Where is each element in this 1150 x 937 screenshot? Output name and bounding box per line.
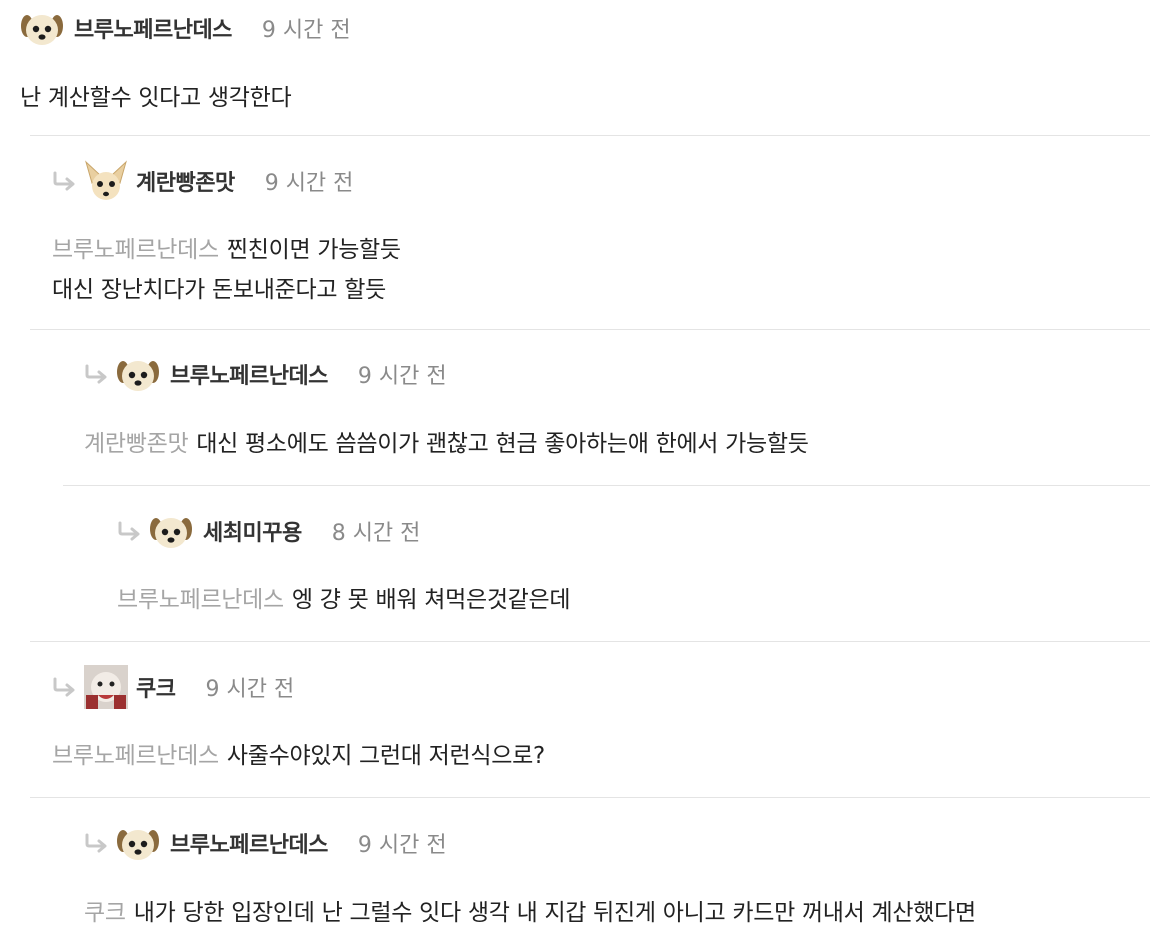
- comment-text: 난 계산할수 잇다고 생각한다: [20, 85, 292, 111]
- comment-text: 대신 평소에도 씀씀이가 괜찮고 현금 좋아하는애 한에서 가능할듯: [196, 431, 809, 457]
- puppy-avatar-icon[interactable]: [20, 6, 64, 50]
- comment-header: 세최미꾸용 8 시간 전: [117, 509, 420, 553]
- puppy-avatar-icon[interactable]: [116, 821, 160, 865]
- comment-text: 사줄수야있지 그런대 저런식으로?: [226, 743, 545, 769]
- mention-link[interactable]: 브루노페르난데스: [52, 743, 219, 769]
- comment-header: 브루노페르난데스 9 시간 전: [84, 821, 447, 865]
- reply-arrow-icon: [84, 833, 110, 853]
- comment-text: 엥 걍 못 배워 쳐먹은것같은데: [291, 587, 571, 613]
- comment-body: 쿠크 내가 당한 입장인데 난 그럴수 잇다 생각 내 지갑 뒤진게 아니고 카드…: [84, 893, 976, 933]
- comment-time: 9 시간 전: [205, 677, 295, 702]
- comment-author[interactable]: 브루노페르난데스: [74, 12, 232, 44]
- comment-time: 9 시간 전: [357, 833, 447, 858]
- mention-link[interactable]: 브루노페르난데스: [117, 587, 284, 613]
- comment-author[interactable]: 브루노페르난데스: [170, 358, 328, 390]
- comment-time: 9 시간 전: [261, 18, 351, 43]
- mention-link[interactable]: 계란빵존맛: [84, 431, 189, 457]
- comment-body: 계란빵존맛 대신 평소에도 씀씀이가 괜찮고 현금 좋아하는애 한에서 가능할듯: [84, 424, 809, 464]
- reply-arrow-icon: [52, 171, 78, 191]
- comment-time: 9 시간 전: [357, 364, 447, 389]
- mention-link[interactable]: 브루노페르난데스: [52, 237, 219, 263]
- comment-header: 계란빵존맛 9 시간 전: [52, 159, 353, 203]
- comment-author[interactable]: 계란빵존맛: [136, 165, 235, 197]
- comment-author[interactable]: 브루노페르난데스: [170, 827, 328, 859]
- comment-author[interactable]: 세최미꾸용: [203, 515, 302, 547]
- comment-header: 브루노페르난데스 9 시간 전: [84, 352, 447, 396]
- photo-avatar-icon[interactable]: [84, 665, 128, 709]
- comment-text: 찐친이면 가능할듯: [226, 237, 401, 263]
- mention-link[interactable]: 쿠크: [84, 900, 126, 926]
- comment-author[interactable]: 쿠크: [136, 671, 176, 703]
- comment-body: 브루노페르난데스 엥 걍 못 배워 쳐먹은것같은데: [117, 580, 571, 620]
- reply-arrow-icon: [117, 521, 143, 541]
- comment-divider: [63, 485, 1150, 486]
- reply-arrow-icon: [84, 364, 110, 384]
- comment-divider: [30, 641, 1150, 642]
- comment-text: 내가 당한 입장인데 난 그럴수 잇다 생각 내 지갑 뒤진게 아니고 카드만 …: [133, 900, 976, 926]
- puppy-avatar-icon[interactable]: [116, 352, 160, 396]
- comment-body: 난 계산할수 잇다고 생각한다: [20, 78, 292, 118]
- comment-text: 대신 장난치다가 돈보내준다고 할듯: [52, 277, 386, 303]
- puppy-avatar-icon[interactable]: [149, 509, 193, 553]
- comment-divider: [30, 797, 1150, 798]
- comment-header: 쿠크 9 시간 전: [52, 665, 294, 709]
- comment-divider: [30, 329, 1150, 330]
- comment-header: 브루노페르난데스 9 시간 전: [20, 6, 351, 50]
- comment-body: 브루노페르난데스 사줄수야있지 그런대 저런식으로?: [52, 736, 545, 776]
- comment-time: 9 시간 전: [264, 171, 354, 196]
- reply-arrow-icon: [52, 677, 78, 697]
- comment-body: 브루노페르난데스 찐친이면 가능할듯 대신 장난치다가 돈보내준다고 할듯: [52, 230, 401, 310]
- comment-divider: [30, 135, 1150, 136]
- chihuahua-avatar-icon[interactable]: [84, 159, 128, 203]
- comment-time: 8 시간 전: [331, 521, 421, 546]
